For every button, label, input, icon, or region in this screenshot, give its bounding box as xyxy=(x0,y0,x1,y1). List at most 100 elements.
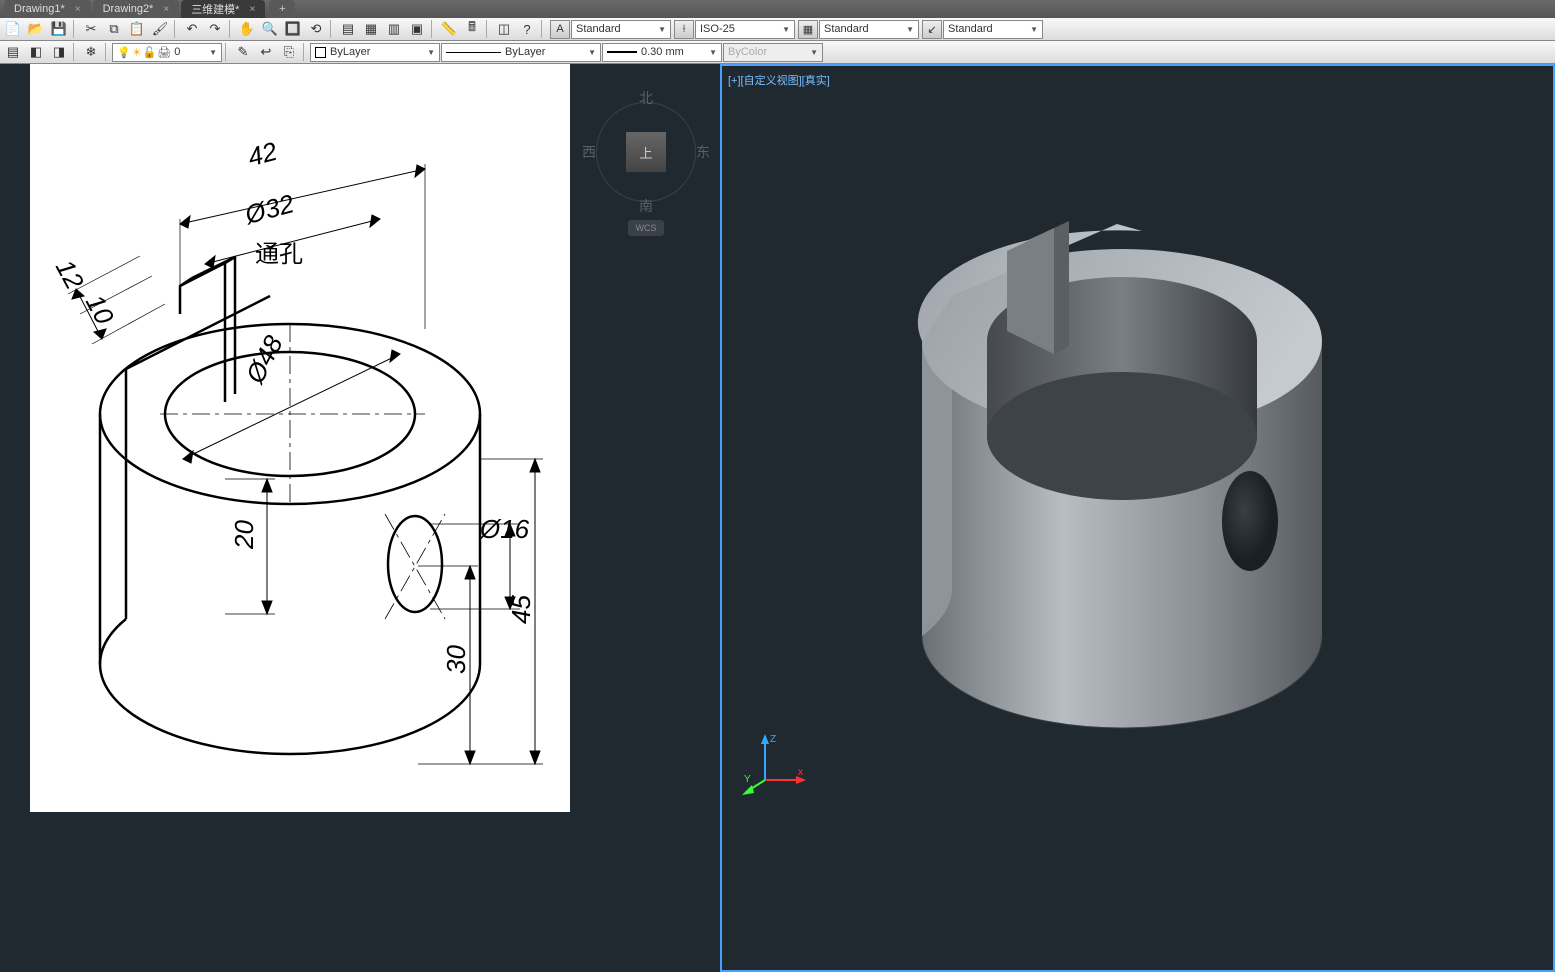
document-tabs: Drawing1* × Drawing2* × 三维建模* × + xyxy=(0,0,1555,18)
line-sample xyxy=(607,51,637,53)
dropdown-value: Standard xyxy=(824,23,869,35)
close-icon[interactable]: × xyxy=(249,4,255,15)
chevron-down-icon: ▼ xyxy=(1030,25,1038,34)
dropdown-value: ISO-25 xyxy=(700,23,735,35)
block-icon[interactable]: ◫ xyxy=(493,19,515,39)
ucs-y-label: Y xyxy=(744,774,751,785)
plus-icon: + xyxy=(279,3,285,15)
wcs-label: WCS xyxy=(636,223,657,233)
dim-through-hole: 通孔 xyxy=(255,234,303,269)
table-style-dropdown[interactable]: Standard ▼ xyxy=(819,20,919,39)
paste-icon[interactable]: 📋 xyxy=(126,19,148,39)
dropdown-value: 0.30 mm xyxy=(641,46,684,58)
view-cube[interactable]: 上 北 南 西 东 WCS xyxy=(576,74,716,254)
print-icon: 🖨 xyxy=(157,46,171,59)
dropdown-value: ByColor xyxy=(728,46,767,58)
properties-icon[interactable]: ▤ xyxy=(337,19,359,39)
dropdown-value: Standard xyxy=(576,23,621,35)
color-dropdown[interactable]: ByLayer ▼ xyxy=(310,43,440,62)
shaded-3d-model xyxy=(852,106,1372,766)
left-viewport[interactable]: 42 Ø32 通孔 Ø48 12 10 20 Ø16 30 45 上 北 南 西… xyxy=(0,64,720,972)
open-icon[interactable]: 📂 xyxy=(25,19,47,39)
layer-match-icon[interactable]: ⎘ xyxy=(278,42,300,62)
match-icon[interactable]: 🖌 xyxy=(149,19,171,39)
compass-west[interactable]: 西 xyxy=(582,142,596,162)
chevron-down-icon: ▼ xyxy=(810,48,818,57)
distance-icon[interactable]: 📏 xyxy=(438,19,460,39)
dim-16: Ø16 xyxy=(480,514,529,545)
tab-drawing1[interactable]: Drawing1* × xyxy=(4,0,91,18)
tab-label: 三维建模* xyxy=(191,1,239,17)
layer-props-icon[interactable]: ▤ xyxy=(2,42,24,62)
line-sample xyxy=(446,52,501,53)
ucs-icon[interactable]: Z x Y xyxy=(740,730,810,800)
pan-icon[interactable]: ✋ xyxy=(236,19,258,39)
dropdown-value: ByLayer xyxy=(330,46,370,58)
new-icon[interactable]: 📄 xyxy=(2,19,24,39)
layer-make-icon[interactable]: ✎ xyxy=(232,42,254,62)
zoom-window-icon[interactable]: 🔲 xyxy=(282,19,304,39)
chevron-down-icon: ▼ xyxy=(658,25,666,34)
redo-icon[interactable]: ↷ xyxy=(204,19,226,39)
compass-east[interactable]: 东 xyxy=(696,142,710,162)
workspace: 42 Ø32 通孔 Ø48 12 10 20 Ø16 30 45 上 北 南 西… xyxy=(0,64,1555,972)
layer-prev-icon[interactable]: ↩ xyxy=(255,42,277,62)
right-viewport[interactable]: [+][自定义视图][真实] xyxy=(720,64,1555,972)
bulb-icon: 💡 xyxy=(117,46,131,59)
color-swatch xyxy=(315,47,326,58)
zoom-icon[interactable]: 🔍 xyxy=(259,19,281,39)
dropdown-value: ByLayer xyxy=(505,46,545,58)
zoom-prev-icon[interactable]: ⟲ xyxy=(305,19,327,39)
chevron-down-icon: ▼ xyxy=(209,48,217,57)
dropdown-value: Standard xyxy=(948,23,993,35)
close-icon[interactable]: × xyxy=(75,4,81,15)
isometric-drawing xyxy=(30,64,570,812)
cut-icon[interactable]: ✂ xyxy=(80,19,102,39)
tab-label: Drawing1* xyxy=(14,3,65,15)
chevron-down-icon: ▼ xyxy=(588,48,596,57)
calc-icon[interactable]: 🖩 xyxy=(461,19,483,39)
new-tab-button[interactable]: + xyxy=(269,0,295,18)
toolbar-row-1: 📄 📂 💾 ✂ ⧉ 📋 🖌 ↶ ↷ ✋ 🔍 🔲 ⟲ ▤ ▦ ▥ ▣ 📏 🖩 ◫ … xyxy=(0,18,1555,41)
table-style-icon[interactable]: ▦ xyxy=(798,20,818,39)
plotstyle-dropdown[interactable]: ByColor ▼ xyxy=(723,43,823,62)
toolpalette-icon[interactable]: ▥ xyxy=(383,19,405,39)
text-style-icon[interactable]: A xyxy=(550,20,570,39)
help-icon[interactable]: ? xyxy=(516,19,538,39)
layer-states-icon[interactable]: ◧ xyxy=(25,42,47,62)
tab-label: Drawing2* xyxy=(103,3,154,15)
viewcube-face-label: 上 xyxy=(639,143,652,162)
compass-north[interactable]: 北 xyxy=(639,88,653,108)
ucs-x-label: x xyxy=(798,767,803,778)
layer-iso-icon[interactable]: ◨ xyxy=(48,42,70,62)
dim-style-icon[interactable]: ⟊ xyxy=(674,20,694,39)
tab-3d-modeling[interactable]: 三维建模* × xyxy=(181,0,265,18)
tab-drawing2[interactable]: Drawing2* × xyxy=(93,0,180,18)
close-icon[interactable]: × xyxy=(163,4,169,15)
mleader-style-icon[interactable]: ↙ xyxy=(922,20,942,39)
viewcube-top-face[interactable]: 上 xyxy=(626,132,666,172)
layer-freeze-icon[interactable]: ❄ xyxy=(80,42,102,62)
text-style-dropdown[interactable]: Standard ▼ xyxy=(571,20,671,39)
ucs-z-label: Z xyxy=(770,734,776,745)
dim-45: 45 xyxy=(506,595,537,624)
compass-south[interactable]: 南 xyxy=(639,196,653,216)
dim-style-dropdown[interactable]: ISO-25▼ xyxy=(695,20,795,39)
copy-icon[interactable]: ⧉ xyxy=(103,19,125,39)
dropdown-value: 0 xyxy=(174,46,180,58)
designcenter-icon[interactable]: ▦ xyxy=(360,19,382,39)
save-icon[interactable]: 💾 xyxy=(48,19,70,39)
wcs-indicator[interactable]: WCS xyxy=(628,220,664,236)
layer-dropdown[interactable]: 💡 ☀ 🔓 🖨 0 ▼ xyxy=(112,43,222,62)
sheet-icon[interactable]: ▣ xyxy=(406,19,428,39)
undo-icon[interactable]: ↶ xyxy=(181,19,203,39)
chevron-down-icon: ▼ xyxy=(709,48,717,57)
chevron-down-icon: ▼ xyxy=(906,25,914,34)
drawing-sheet: 42 Ø32 通孔 Ø48 12 10 20 Ø16 30 45 xyxy=(30,64,570,812)
lock-icon: 🔓 xyxy=(143,46,157,59)
linetype-dropdown[interactable]: ByLayer ▼ xyxy=(441,43,601,62)
viewport-label[interactable]: [+][自定义视图][真实] xyxy=(728,72,830,88)
lineweight-dropdown[interactable]: 0.30 mm ▼ xyxy=(602,43,722,62)
sun-icon: ☀ xyxy=(132,46,142,59)
mleader-style-dropdown[interactable]: Standard ▼ xyxy=(943,20,1043,39)
